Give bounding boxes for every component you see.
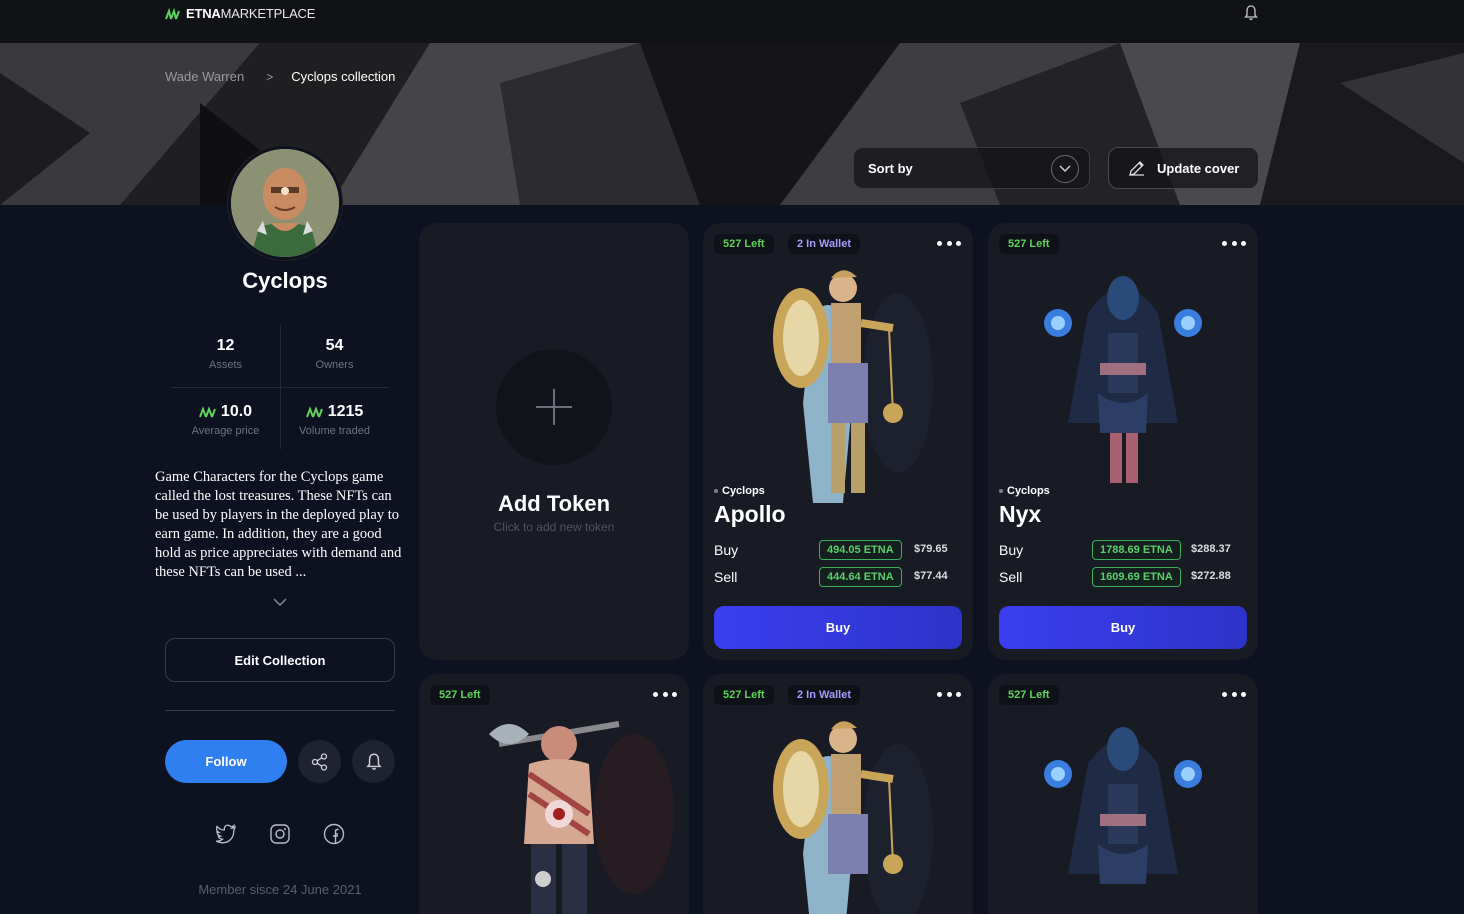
stat-value: 12: [216, 337, 235, 354]
add-token-title: Add Token: [497, 491, 611, 516]
notify-button[interactable]: [352, 740, 395, 783]
collection-name: Cyclops: [242, 268, 328, 293]
stat-volume-traded: 1215 Volume traded: [280, 403, 389, 437]
share-icon: [311, 752, 327, 771]
etna-logo-icon: [198, 406, 216, 418]
brand-name-light: MARKETPLACE: [220, 6, 316, 21]
edit-collection-button[interactable]: Edit Collection: [165, 638, 395, 682]
token-name: Apollo: [714, 501, 786, 527]
remaining-badge: 527 Left: [714, 685, 774, 705]
stat-value: 10.0: [220, 403, 253, 420]
bell-icon[interactable]: [1242, 4, 1260, 22]
buy-price-usd: $79.65: [914, 543, 948, 555]
stat-value: 54: [325, 337, 344, 354]
stat-label: Average price: [191, 425, 260, 437]
buy-price-label: Buy: [714, 542, 739, 558]
breadcrumb: Wade Warren > Cyclops collection: [165, 69, 395, 84]
sell-price-etna: 444.64 ETNA: [819, 567, 902, 587]
token-card[interactable]: 527 Left: [419, 674, 689, 914]
token-card[interactable]: 527 Left 2 In Wallet: [703, 674, 973, 914]
share-button[interactable]: [298, 740, 341, 783]
chevron-down-icon[interactable]: [272, 594, 288, 606]
wallet-badge: 2 In Wallet: [788, 234, 860, 254]
collection-stats: 12 Assets 54 Owners 10.0 Average price 1…: [171, 325, 389, 449]
stat-assets: 12 Assets: [171, 337, 280, 371]
stat-average-price: 10.0 Average price: [171, 403, 280, 437]
sell-price-usd: $77.44: [914, 570, 948, 582]
buy-price-etna: 1788.69 ETNA: [1092, 540, 1181, 560]
bell-icon: [365, 752, 382, 770]
more-options-icon[interactable]: [937, 686, 961, 702]
token-card[interactable]: 527 Left: [988, 674, 1258, 914]
sort-by-dropdown[interactable]: Sort by: [853, 147, 1090, 189]
token-collection: Cyclops: [999, 485, 1050, 497]
token-card-apollo[interactable]: 527 Left 2 In Wallet Cyclops Apollo Buy …: [703, 223, 973, 660]
token-image-apollo: [773, 721, 933, 914]
remaining-badge: 527 Left: [999, 685, 1059, 705]
token-collection-label: Cyclops: [1007, 485, 1050, 497]
wallet-badge: 2 In Wallet: [788, 685, 860, 705]
token-image-nyx: [1044, 727, 1202, 884]
instagram-icon[interactable]: [268, 822, 292, 846]
sell-price-label: Sell: [714, 569, 738, 585]
add-token-card[interactable]: Add Token Click to add new token: [419, 223, 689, 660]
sell-price-label: Sell: [999, 569, 1023, 585]
token-image-nyx: [1044, 276, 1202, 483]
token-card-nyx[interactable]: 527 Left Cyclops Nyx Buy 1788.69 ETNA $2…: [988, 223, 1258, 660]
more-options-icon[interactable]: [937, 235, 961, 251]
member-since: Member sisce 24 June 2021: [198, 882, 362, 897]
remaining-badge: 527 Left: [430, 685, 490, 705]
buy-button[interactable]: Buy: [714, 606, 962, 649]
collection-avatar: [228, 146, 342, 260]
stat-label: Volume traded: [299, 425, 370, 437]
more-options-icon[interactable]: [653, 686, 677, 702]
token-image-cyclops: [489, 721, 674, 914]
remaining-badge: 527 Left: [714, 234, 774, 254]
buy-button[interactable]: Buy: [999, 606, 1247, 649]
token-collection-label: Cyclops: [722, 485, 765, 497]
brand-logo[interactable]: ETNAMARKETPLACE: [165, 6, 315, 21]
buy-price-label: Buy: [999, 542, 1024, 558]
update-cover-label: Update cover: [1157, 160, 1240, 176]
sort-by-label: Sort by: [868, 160, 913, 176]
stat-owners: 54 Owners: [280, 337, 389, 371]
stat-label: Assets: [208, 359, 242, 371]
breadcrumb-link-owner[interactable]: Wade Warren: [165, 69, 244, 84]
brand-name-strong: ETNA: [186, 6, 221, 21]
cover-banner: Wade Warren > Cyclops collection Sort by…: [0, 43, 1464, 205]
collection-description: Game Characters for the Cyclops game cal…: [155, 469, 402, 580]
top-navbar: ETNAMARKETPLACE: [0, 0, 1464, 43]
sidebar-divider: [165, 710, 395, 711]
token-collection: Cyclops: [714, 485, 765, 497]
add-token-button[interactable]: [496, 349, 612, 465]
update-cover-button[interactable]: Update cover: [1108, 147, 1259, 189]
stat-label: Owners: [315, 359, 354, 371]
follow-button[interactable]: Follow: [165, 740, 287, 783]
etna-logo-icon: [305, 406, 323, 418]
twitter-icon[interactable]: [214, 822, 238, 846]
pencil-icon: [1129, 161, 1144, 176]
remaining-badge: 527 Left: [999, 234, 1059, 254]
add-token-subtitle: Click to add new token: [493, 520, 615, 534]
chevron-down-icon: [1051, 155, 1079, 183]
etna-logo-icon: [165, 7, 180, 19]
buy-price-usd: $288.37: [1191, 543, 1231, 555]
breadcrumb-separator: >: [266, 69, 274, 84]
facebook-icon[interactable]: [322, 822, 346, 846]
more-options-icon[interactable]: [1222, 235, 1246, 251]
buy-price-etna: 494.05 ETNA: [819, 540, 902, 560]
more-options-icon[interactable]: [1222, 686, 1246, 702]
sell-price-usd: $272.88: [1191, 570, 1231, 582]
plus-icon: [536, 389, 572, 425]
token-name: Nyx: [999, 501, 1042, 527]
breadcrumb-current: Cyclops collection: [291, 69, 396, 84]
token-image-apollo: [773, 270, 933, 503]
stat-value: 1215: [327, 403, 364, 420]
sell-price-etna: 1609.69 ETNA: [1092, 567, 1181, 587]
stats-divider-horizontal: [171, 387, 389, 388]
